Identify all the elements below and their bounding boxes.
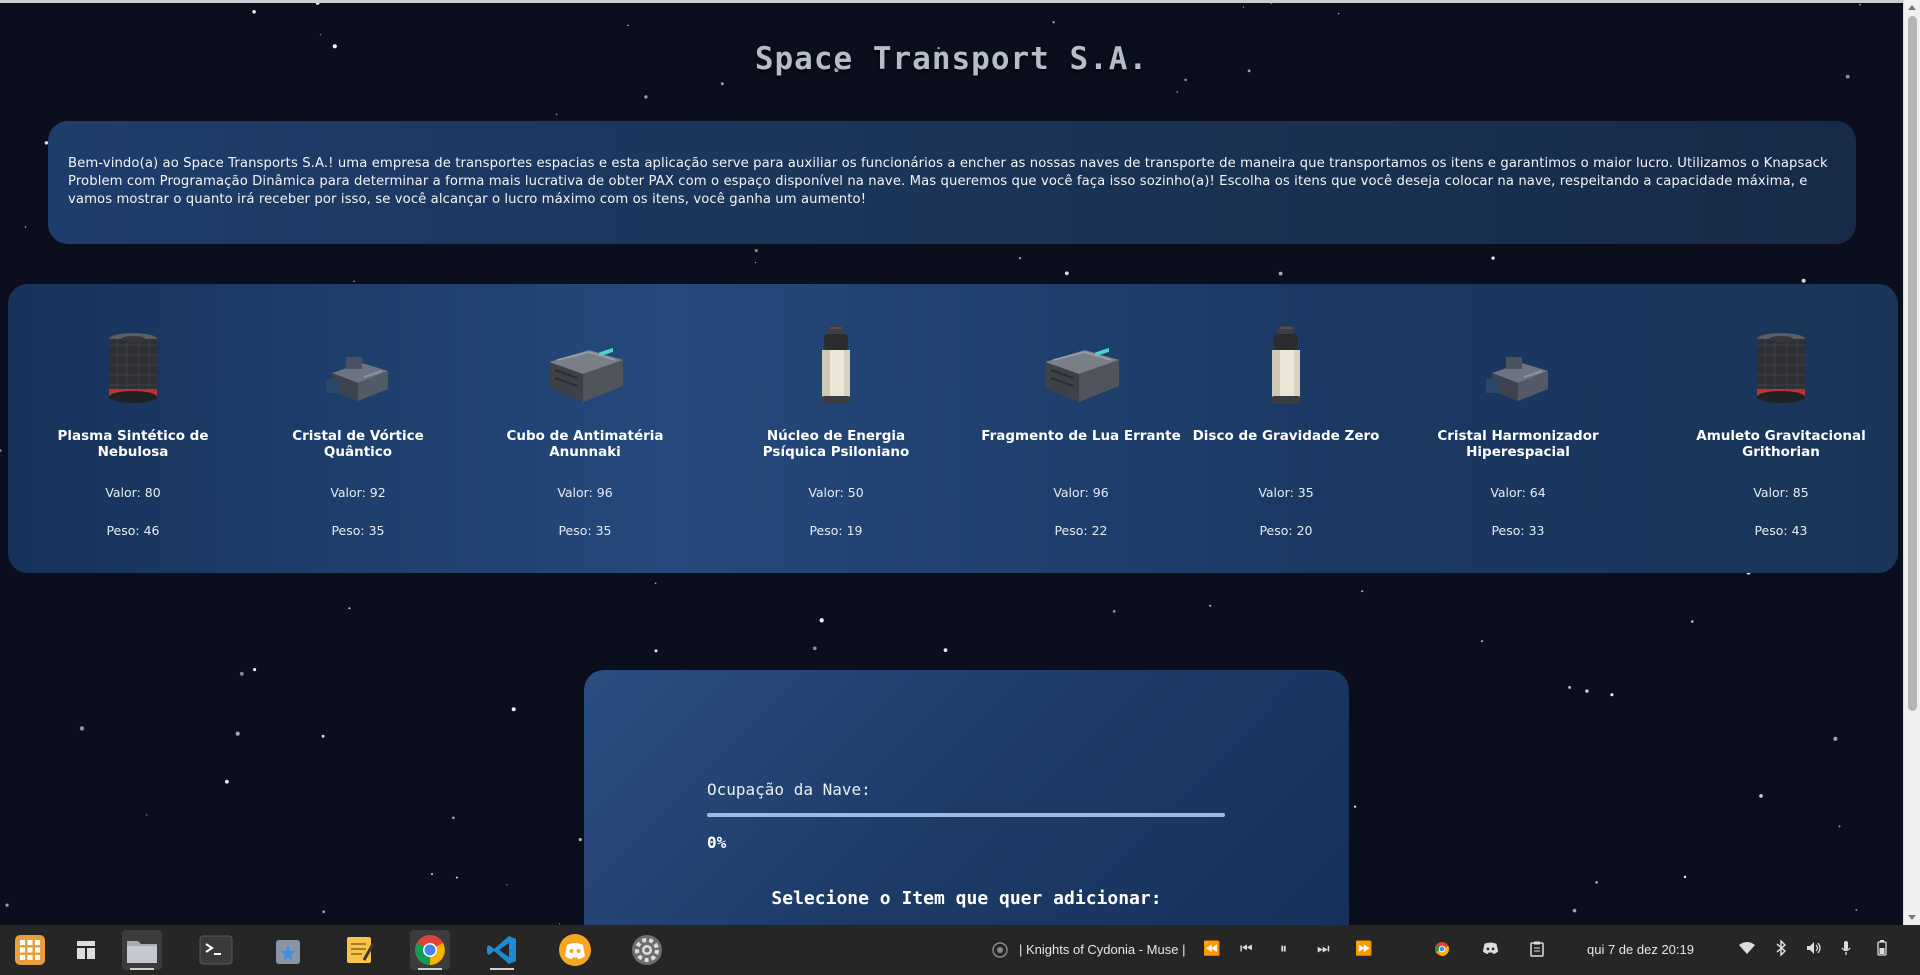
microphone-icon[interactable] [1840, 940, 1852, 960]
item-weight: Peso: 33 [1491, 523, 1545, 538]
item-name: Plasma Sintético de Nebulosa [57, 428, 209, 460]
settings-icon[interactable] [627, 930, 667, 970]
cargo-box-icon [981, 321, 1181, 406]
workspace-icon[interactable] [66, 930, 106, 970]
active-indicator [490, 968, 514, 970]
text-editor-icon[interactable] [340, 930, 380, 970]
scroll-thumb[interactable] [1908, 16, 1917, 711]
item-name: Amuleto Gravitacional Grithorian [1696, 428, 1866, 460]
crate-small-icon [1418, 321, 1618, 406]
vscode-icon[interactable] [482, 930, 522, 970]
item-name: Cubo de Antimatéria Anunnaki [506, 428, 664, 460]
music-note-icon [992, 942, 1008, 962]
item-weight: Peso: 20 [1259, 523, 1313, 538]
canister-icon [33, 321, 233, 406]
item-card[interactable]: Cristal Harmonizador Hiperespacial Valor… [1418, 284, 1618, 538]
crate-small-icon [258, 321, 458, 406]
item-weight: Peso: 19 [809, 523, 863, 538]
previous-track-icon[interactable]: ⏮ [1240, 941, 1253, 957]
item-value: Valor: 80 [105, 485, 161, 500]
scroll-down-arrow-icon[interactable] [1908, 915, 1916, 920]
item-name: Núcleo de Energia Psíquica Psiloniano [762, 428, 910, 460]
canister-icon [1681, 321, 1881, 406]
item-card[interactable]: Núcleo de Energia Psíquica Psiloniano Va… [736, 284, 936, 538]
item-card[interactable]: Plasma Sintético de Nebulosa Valor: 80 P… [33, 284, 233, 538]
next-track-icon[interactable]: ⏭ [1317, 941, 1330, 957]
item-value: Valor: 92 [330, 485, 386, 500]
discord-icon[interactable] [555, 930, 595, 970]
ship-panel: Ocupação da Nave: 0% Selecione o Item qu… [584, 670, 1349, 925]
occupation-label: Ocupação da Nave: [707, 780, 871, 799]
item-name: Cristal de Vórtice Quântico [292, 428, 424, 460]
app-grid-icon[interactable] [10, 930, 50, 970]
item-name: Fragmento de Lua Errante [981, 428, 1181, 444]
volume-icon[interactable] [1806, 941, 1822, 959]
item-name: Cristal Harmonizador Hiperespacial [1437, 428, 1599, 460]
scroll-up-arrow-icon[interactable] [1908, 5, 1916, 10]
files-icon[interactable] [122, 930, 162, 970]
item-value: Valor: 64 [1490, 485, 1546, 500]
bottle-icon [736, 321, 936, 406]
item-weight: Peso: 35 [558, 523, 612, 538]
page-title: Space Transport S.A. [754, 41, 1149, 77]
active-indicator [130, 968, 154, 970]
item-card[interactable]: Amuleto Gravitacional Grithorian Valor: … [1681, 284, 1881, 538]
item-weight: Peso: 22 [1054, 523, 1108, 538]
clipboard-icon[interactable] [1530, 941, 1544, 961]
cargo-box-icon [485, 321, 685, 406]
item-weight: Peso: 43 [1754, 523, 1808, 538]
bottle-icon [1186, 321, 1386, 406]
select-item-heading: Selecione o Item que quer adicionar: [771, 888, 1162, 909]
intro-panel: Bem-vindo(a) ao Space Transports S.A.! u… [48, 121, 1856, 244]
item-value: Valor: 85 [1753, 485, 1809, 500]
item-card[interactable]: Disco de Gravidade Zero Valor: 35 Peso: … [1186, 284, 1386, 538]
fast-forward-icon[interactable]: ⏩ [1355, 941, 1372, 957]
rewind-icon[interactable]: ⏪ [1203, 941, 1220, 957]
chrome-icon[interactable] [410, 930, 450, 970]
battery-icon[interactable] [1877, 940, 1887, 960]
wifi-icon[interactable] [1739, 941, 1755, 959]
item-weight: Peso: 35 [331, 523, 385, 538]
bluetooth-icon[interactable] [1776, 939, 1787, 960]
item-value: Valor: 50 [808, 485, 864, 500]
item-name: Disco de Gravidade Zero [1192, 428, 1380, 444]
item-card[interactable]: Fragmento de Lua Errante Valor: 96 Peso:… [981, 284, 1181, 538]
item-weight: Peso: 46 [106, 523, 160, 538]
item-value: Valor: 35 [1258, 485, 1314, 500]
browser-viewport: Space Transport S.A. Bem-vindo(a) ao Spa… [0, 0, 1903, 925]
discord-tray-icon[interactable] [1482, 941, 1499, 959]
media-title[interactable]: | Knights of Cydonia - Muse | [1019, 942, 1185, 957]
chrome-tray-icon[interactable] [1434, 941, 1450, 961]
occupation-progress-bar [707, 813, 1225, 817]
taskbar: | Knights of Cydonia - Muse | ⏪ ⏮ ⏸ ⏭ ⏩ … [0, 925, 1920, 975]
active-indicator [418, 968, 442, 970]
intro-text: Bem-vindo(a) ao Space Transports S.A.! u… [68, 156, 1828, 207]
page-scrollbar[interactable] [1903, 0, 1920, 925]
clock[interactable]: qui 7 de dez 20:19 [1587, 942, 1694, 957]
item-card[interactable]: Cristal de Vórtice Quântico Valor: 92 Pe… [258, 284, 458, 538]
item-card[interactable]: Cubo de Antimatéria Anunnaki Valor: 96 P… [485, 284, 685, 538]
pause-icon[interactable]: ⏸ [1280, 941, 1287, 957]
occupation-percent: 0% [707, 833, 727, 852]
app-store-icon[interactable] [268, 930, 308, 970]
items-panel: Plasma Sintético de Nebulosa Valor: 80 P… [8, 284, 1898, 573]
terminal-icon[interactable] [196, 930, 236, 970]
item-value: Valor: 96 [1053, 485, 1109, 500]
item-value: Valor: 96 [557, 485, 613, 500]
